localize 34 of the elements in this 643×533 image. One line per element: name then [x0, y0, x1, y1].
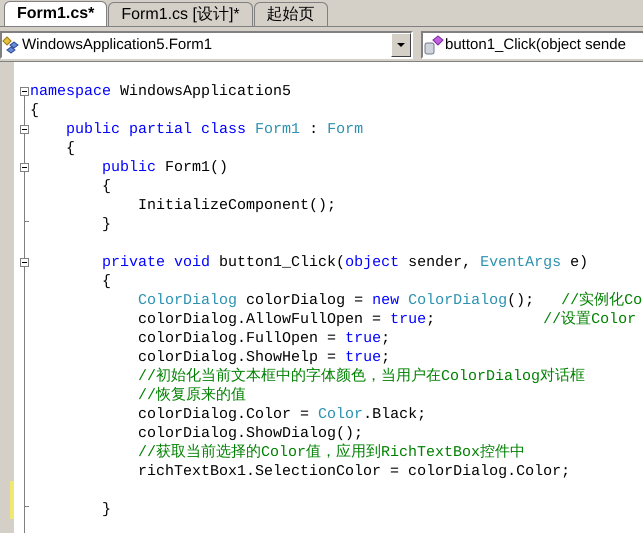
code-line: { — [101, 272, 112, 291]
class-icon — [2, 36, 20, 54]
type-dropdown-value: WindowsApplication5.Form1 — [22, 34, 214, 55]
member-dropdown[interactable]: button1_Click(object sende — [421, 31, 643, 59]
code-line: { — [30, 101, 40, 120]
code-line: { — [65, 139, 76, 158]
code-line: colorDialog.ShowHelp = true; — [137, 348, 390, 367]
file-tab[interactable]: 起始页 — [254, 2, 328, 26]
code-line: { — [101, 177, 112, 196]
code-line: colorDialog.ShowDialog(); — [137, 424, 364, 443]
code-line: InitializeComponent(); — [137, 196, 336, 215]
code-line: //恢复原来的值 — [137, 386, 246, 405]
code-line: ColorDialog colorDialog = new ColorDialog(); //实例化Co — [137, 291, 642, 310]
code-line: } — [101, 215, 112, 234]
code-line: //获取当前选择的Color值，应用到RichTextBox控件中 — [137, 443, 526, 462]
code-line: colorDialog.AllowFullOpen = true; //设置Color — [137, 310, 636, 329]
code-line: colorDialog.Color = Color.Black; — [137, 405, 426, 424]
collapse-icon[interactable] — [20, 125, 29, 134]
code-line: //初始化当前文本框中的字体颜色，当用户在ColorDialog对话框 — [137, 367, 586, 386]
file-tab[interactable]: Form1.cs* — [4, 1, 108, 26]
code-line: richTextBox1.SelectionColor = colorDialog.Color; — [137, 462, 570, 481]
code-line: } — [101, 500, 112, 519]
collapse-icon[interactable] — [20, 258, 29, 267]
file-tab[interactable]: Form1.cs [设计]* — [108, 2, 253, 26]
code-line: public partial class Form1 : Form — [65, 120, 364, 139]
type-dropdown[interactable]: WindowsApplication5.Form1 — [0, 31, 413, 59]
code-line: public Form1() — [101, 158, 228, 177]
collapse-icon[interactable] — [20, 163, 29, 172]
collapse-icon[interactable] — [20, 87, 29, 96]
member-dropdown-value: button1_Click(object sende — [445, 34, 626, 55]
code-line: colorDialog.FullOpen = true; — [137, 329, 390, 348]
method-icon — [423, 35, 445, 55]
code-line: private void button1_Click(object sender, EventArgs e) — [101, 253, 588, 272]
code-line: namespace WindowsApplication5 — [30, 82, 292, 101]
